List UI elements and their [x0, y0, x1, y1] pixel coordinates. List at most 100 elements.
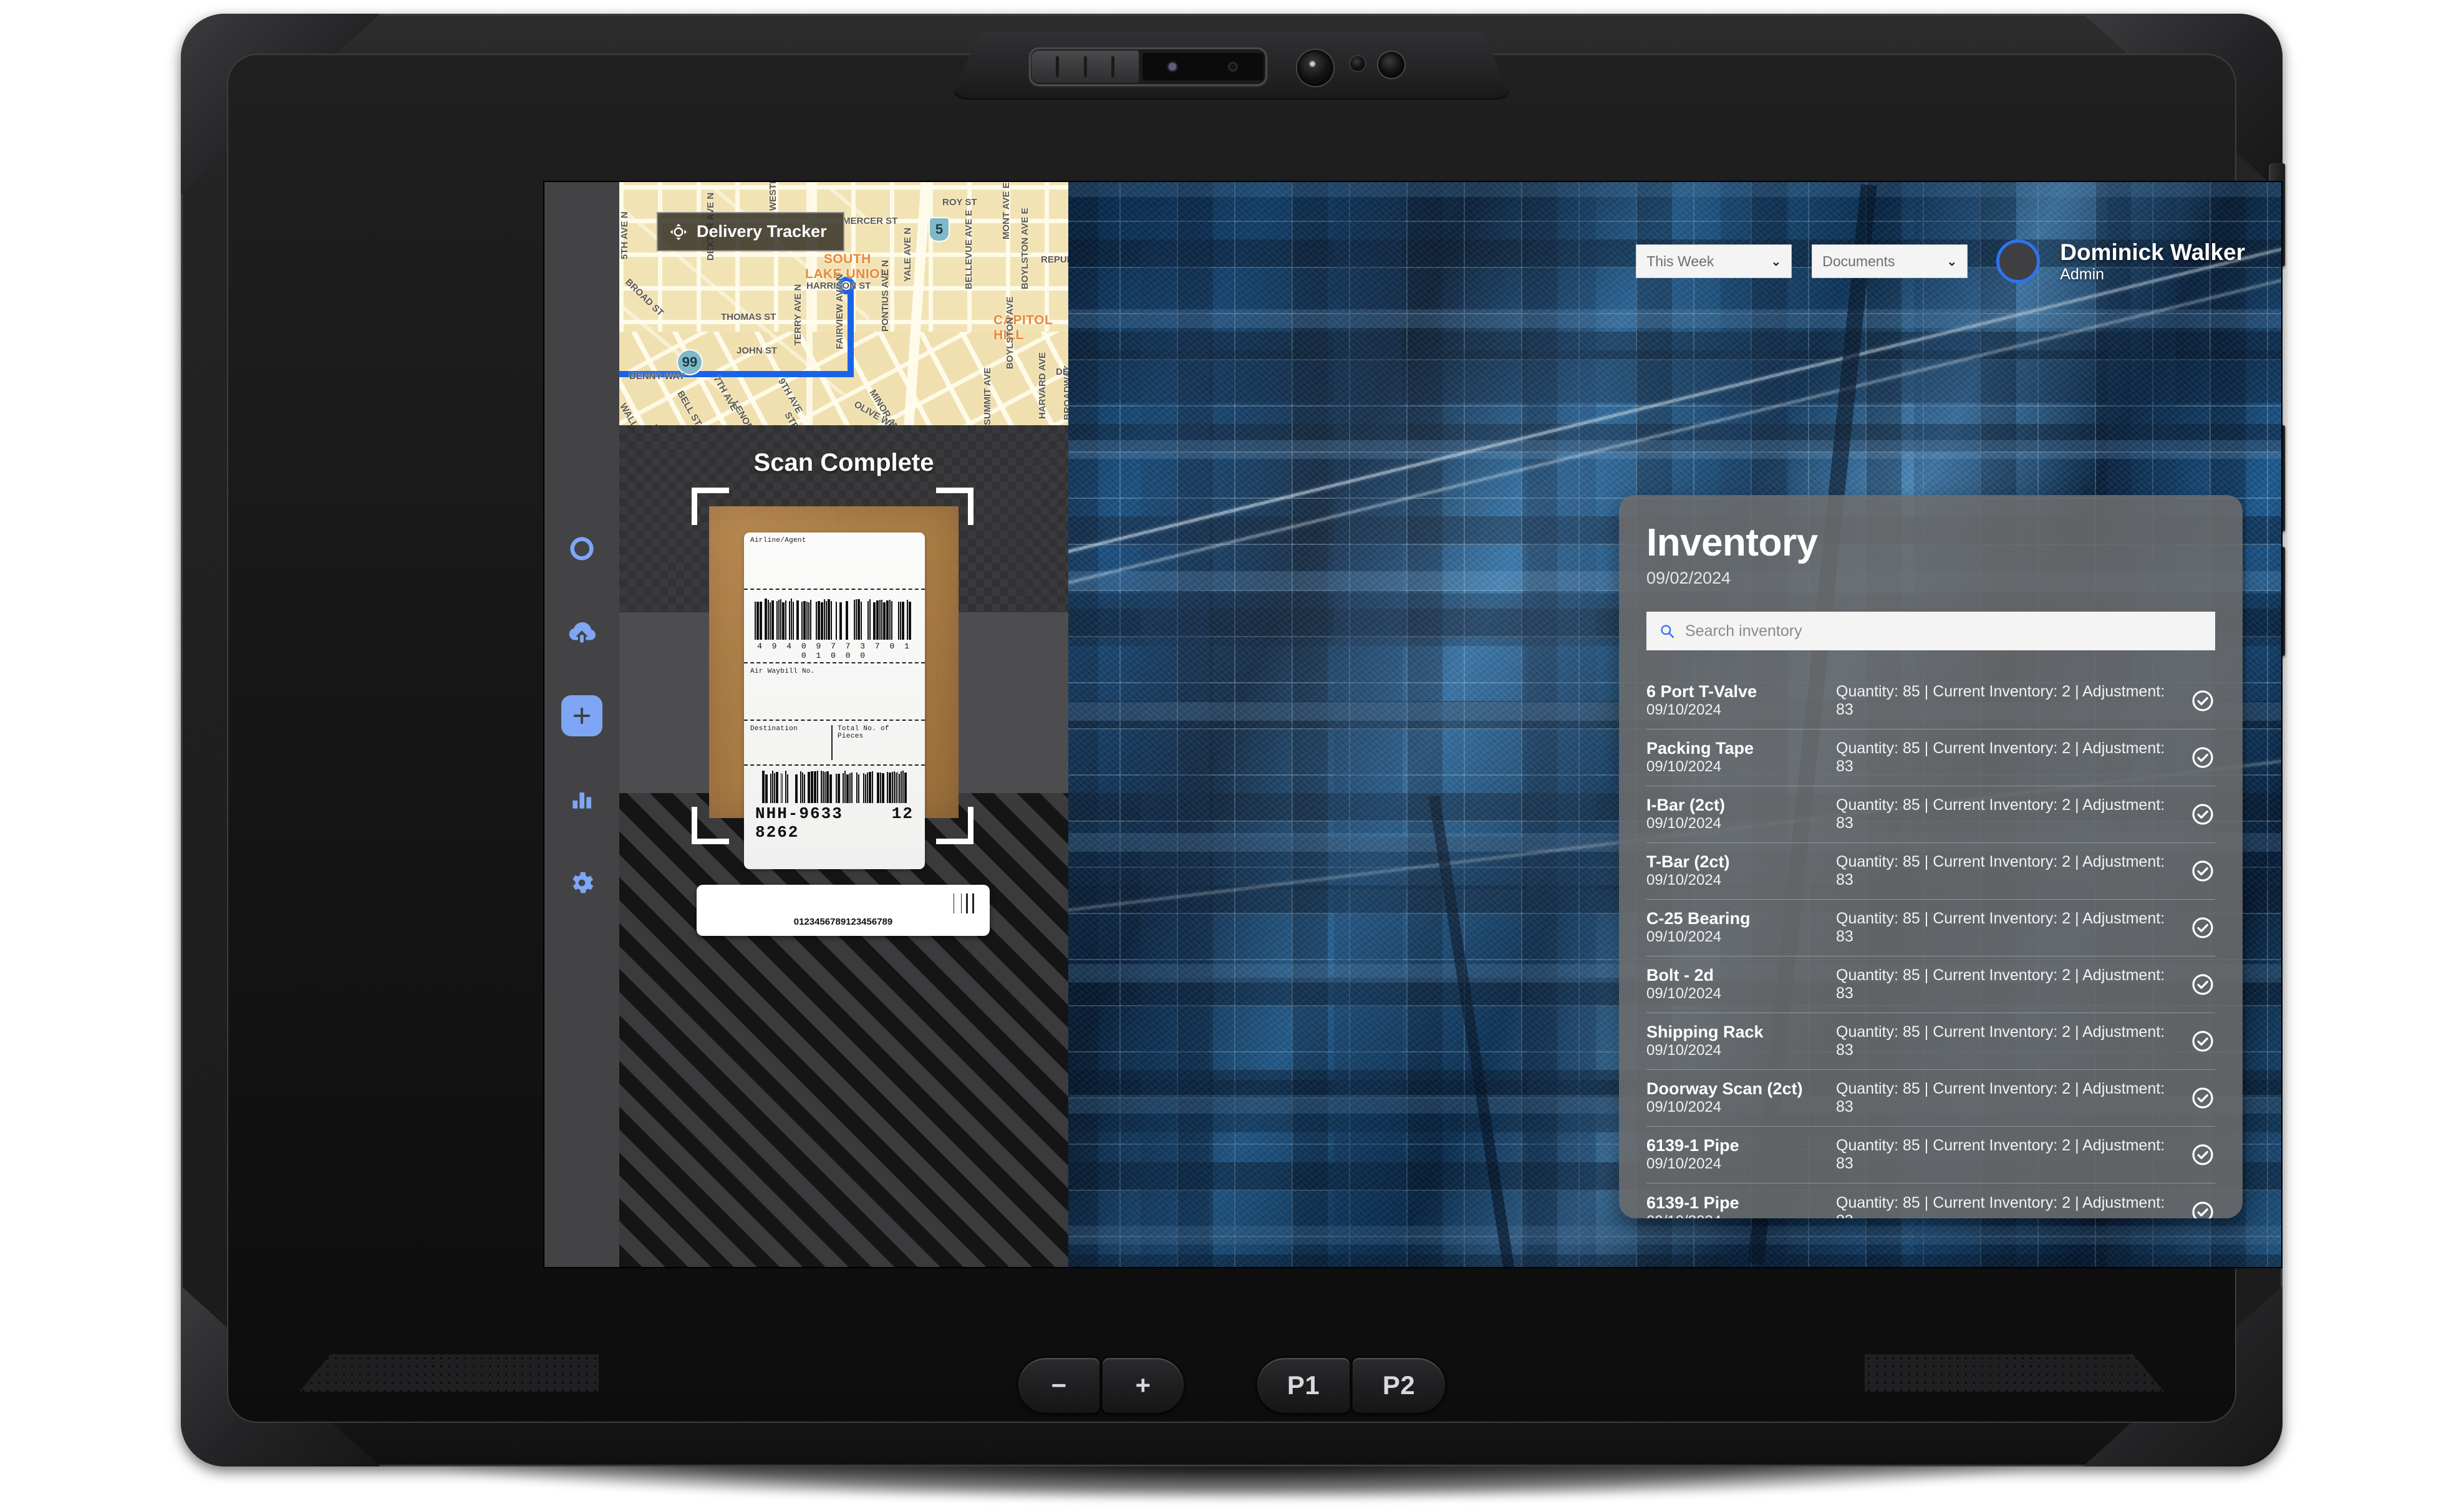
inventory-item-date: 09/10/2024	[1646, 928, 1722, 946]
check-circle-icon	[2192, 860, 2213, 882]
street-label: MERCER ST	[843, 216, 898, 226]
inventory-list[interactable]: 6 Port T-Valve 09/10/2024 Quantity: 85 | C…	[1646, 673, 2215, 1218]
inventory-item-date: 09/10/2024	[1646, 985, 1722, 1003]
period-select[interactable]: This Week ⌄	[1636, 244, 1792, 278]
inventory-item-date: 09/10/2024	[1646, 701, 1722, 719]
programmable-button-pair: P1 P2	[1257, 1358, 1445, 1413]
sidebar-item-settings[interactable]	[561, 862, 602, 903]
tablet-screen: 5 99 SOUTHLAKE UNION CAPITOL HILL TOWN 5…	[544, 182, 2281, 1267]
inventory-row-status[interactable]	[2168, 1142, 2215, 1167]
delivery-route-vertical	[848, 287, 854, 377]
check-circle-icon	[2192, 917, 2213, 938]
street-label: BOYLSTON AVE	[1005, 296, 1015, 369]
secondary-sensor-icon	[1378, 52, 1404, 78]
programmable-button-p2[interactable]: P2	[1353, 1358, 1445, 1413]
street-label: YALE AVE N	[902, 228, 913, 282]
camera-housing	[951, 31, 1512, 100]
inventory-item-detail: Quantity: 85 | Current Inventory: 2 | Ad…	[1836, 1193, 2165, 1219]
inventory-item-name: 6139-1 Pipe	[1646, 1136, 1739, 1155]
label-primary-barcode	[750, 599, 919, 640]
volume-button-pair: − +	[1018, 1358, 1184, 1413]
street-label: MONT AVE E	[1001, 182, 1012, 239]
inventory-row-identity: I-Bar (2ct) 09/10/2024	[1646, 796, 1827, 832]
volume-down-button[interactable]: −	[1018, 1358, 1099, 1413]
inventory-row-identity: Packing Tape 09/10/2024	[1646, 739, 1827, 776]
search-input[interactable]	[1685, 622, 2203, 640]
inventory-row-status[interactable]	[2168, 1029, 2215, 1054]
street-label: DENNY WAY	[629, 371, 685, 382]
avatar[interactable]	[1996, 239, 2041, 283]
check-circle-icon	[2192, 1201, 2213, 1218]
table-row[interactable]: Shipping Rack 09/10/2024 Quantity: 85 | Cu…	[1646, 1013, 2215, 1070]
inventory-date: 09/02/2024	[1646, 569, 1731, 587]
app-sidebar-rail	[544, 182, 619, 1267]
sidebar-item-add[interactable]	[561, 695, 602, 736]
period-select-value: This Week	[1646, 253, 1714, 269]
speaker-grille-right	[1865, 1354, 2164, 1392]
label-pieces-value: 12	[891, 804, 914, 823]
label-awb-value: NHH-9633 8262	[755, 804, 843, 842]
inventory-item-detail: Quantity: 85 | Current Inventory: 2 | Ad…	[1836, 910, 2165, 945]
inventory-row-identity: 6139-1 Pipe09/10/2024	[1646, 1136, 1827, 1173]
sidebar-item-analytics[interactable]	[561, 779, 602, 820]
device-stage: − + P1 P2 5 99 SOUTH LAKE UNION CAPITOL …	[0, 0, 2464, 1512]
inventory-item-date: 09/10/2024	[1646, 815, 1722, 832]
inventory-item-detail: Quantity: 85 | Current Inventory: 2 | Ad…	[1836, 796, 2165, 832]
neighborhood-label-south-lake-union: SOUTH LAKE UNION	[805, 252, 890, 282]
sidebar-item-upload[interactable]	[561, 612, 602, 653]
inventory-row-status[interactable]	[2168, 1200, 2215, 1218]
bar-chart-icon	[573, 792, 592, 809]
street-label: THOMAS ST	[721, 312, 776, 322]
top-toolbar: This Week ⌄ Documents ⌄ Dominick Walker …	[1636, 239, 2245, 283]
inventory-row-status[interactable]	[2168, 1086, 2215, 1110]
street-label: SUMMIT AVE	[982, 367, 993, 426]
inventory-item-date: 09/10/2024	[1646, 1213, 1827, 1218]
inventory-row-identity: C-25 Bearing 09/10/2024	[1646, 909, 1827, 946]
inventory-row-status[interactable]	[2168, 688, 2215, 713]
inventory-item-detail: Quantity: 85 | Current Inventory: 2 | Ad…	[1836, 1137, 2165, 1172]
inventory-row-status[interactable]	[2168, 915, 2215, 940]
street-label: BOYLSTON AVE E	[1020, 208, 1030, 289]
volume-up-button[interactable]: +	[1103, 1358, 1184, 1413]
inventory-row-identity: 6 Port T-Valve 09/10/2024	[1646, 682, 1827, 719]
street-label: HARVARD AVE	[1037, 352, 1048, 419]
table-row[interactable]: Packing Tape 09/10/2024 Quantity: 85 | Cur…	[1646, 730, 2215, 786]
street-label: 5TH AVE N	[619, 211, 630, 259]
highway-shield-5: 5	[929, 217, 950, 242]
delivery-tracker-label: Delivery Tracker	[697, 222, 827, 241]
delivery-tracker-chip[interactable]: Delivery Tracker	[657, 212, 844, 251]
package-scanner-panel[interactable]: Scan Complete Airline/Agent 4 9 4 0 9 7 …	[619, 425, 1068, 1267]
label-pieces-caption: Total No. of Pieces	[838, 725, 889, 740]
document-select-value: Documents	[1822, 253, 1895, 269]
table-row[interactable]: 6 Port T-Valve 09/10/2024 Quantity: 85 | C…	[1646, 673, 2215, 730]
document-select[interactable]: Documents ⌄	[1812, 244, 1968, 278]
inventory-row-status[interactable]	[2168, 972, 2215, 997]
inventory-search[interactable]	[1646, 612, 2215, 650]
chevron-down-icon: ⌄	[1771, 254, 1782, 269]
street-label: ROY ST	[942, 197, 977, 208]
label-secondary-barcode	[750, 771, 919, 803]
table-row[interactable]: I-Bar (2ct) 09/10/2024 Quantity: 85 | Curr…	[1646, 786, 2215, 843]
inventory-item-detail: Quantity: 85 | Current Inventory: 2 | Ad…	[1836, 1023, 2165, 1059]
user-info[interactable]: Dominick Walker Admin	[2060, 239, 2245, 282]
plus-icon	[573, 707, 591, 725]
table-row[interactable]: 6139-1 Pipe09/10/2024 Quantity: 85 | Curr…	[1646, 1127, 2215, 1183]
sidebar-item-status[interactable]	[561, 528, 602, 569]
camera-shutter-slider[interactable]	[1031, 51, 1139, 83]
inventory-row-status[interactable]	[2168, 802, 2215, 827]
inventory-row-status[interactable]	[2168, 859, 2215, 884]
table-row[interactable]: Bolt - 2d 09/10/2024 Quantity: 85 | Curren…	[1646, 956, 2215, 1013]
inventory-item-name: C-25 Bearing	[1646, 909, 1751, 928]
table-row[interactable]: 6139-1 Pipe09/10/2024 Quantity: 85 | Curr…	[1646, 1183, 2215, 1218]
check-circle-icon	[2192, 804, 2213, 825]
inventory-row-status[interactable]	[2168, 745, 2215, 770]
front-camera-lens-icon	[1169, 63, 1176, 70]
table-row[interactable]: C-25 Bearing 09/10/2024 Quantity: 85 | Cur…	[1646, 900, 2215, 956]
table-row[interactable]: T-Bar (2ct) 09/10/2024 Quantity: 85 | Curr…	[1646, 843, 2215, 900]
check-circle-icon	[2192, 1087, 2213, 1109]
camera-privacy-slot[interactable]	[1029, 47, 1267, 86]
delivery-map-panel[interactable]: 5 99 SOUTHLAKE UNION CAPITOL HILL TOWN 5…	[619, 182, 1068, 425]
table-row[interactable]: Doorway Scan (2ct) 09/10/2024 Quantity: 85…	[1646, 1070, 2215, 1127]
rugged-tablet-body: − + P1 P2 5 99 SOUTH LAKE UNION CAPITOL …	[181, 14, 2285, 1466]
programmable-button-p1[interactable]: P1	[1257, 1358, 1350, 1413]
